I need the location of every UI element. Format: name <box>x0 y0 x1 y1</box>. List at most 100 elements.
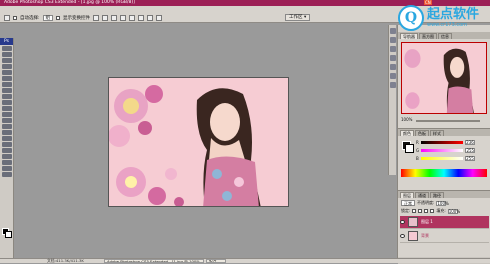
character-icon[interactable] <box>389 82 396 88</box>
tab-styles[interactable]: 样式 <box>430 130 444 136</box>
move-icon[interactable] <box>1 46 12 51</box>
visibility-eye-icon[interactable] <box>400 234 405 238</box>
b-value[interactable]: 255 <box>464 155 475 161</box>
hand-icon[interactable] <box>1 166 12 171</box>
slice-icon[interactable] <box>1 76 12 81</box>
color-background-swatch[interactable] <box>405 144 414 153</box>
healing-brush-icon[interactable] <box>1 82 12 87</box>
lock-transparent-icon[interactable] <box>412 209 417 213</box>
paragraph-icon[interactable] <box>389 73 396 79</box>
layer-row[interactable]: 背景 <box>400 230 489 243</box>
layer-thumbnail <box>408 231 418 241</box>
opacity-value[interactable]: 100% <box>436 200 449 206</box>
r-value[interactable]: 236 <box>464 139 475 145</box>
fill-label: 填充: <box>436 208 446 213</box>
navigator-panel: 导航器 直方图 信息 100% <box>398 32 490 128</box>
layer-comps-icon[interactable] <box>389 64 396 70</box>
panel-dock-strip <box>388 25 396 175</box>
crop-icon[interactable] <box>1 70 12 75</box>
type-icon[interactable] <box>1 136 12 141</box>
auto-select-dropdown[interactable]: 组 <box>42 14 54 21</box>
visibility-eye-icon[interactable] <box>400 220 405 224</box>
watermark-tag: CN <box>424 0 432 5</box>
brushes-icon[interactable] <box>389 46 396 52</box>
align-right-icon[interactable] <box>138 14 145 21</box>
show-transform-checkbox[interactable] <box>56 15 61 20</box>
navigator-thumbnail[interactable] <box>401 42 487 114</box>
align-top-icon[interactable] <box>93 14 100 21</box>
g-label: G <box>416 147 420 153</box>
align-center-icon[interactable] <box>129 14 136 21</box>
ps-badge: Ps <box>0 38 13 45</box>
color-spectrum-bar[interactable] <box>401 169 487 177</box>
notes-icon[interactable] <box>1 154 12 159</box>
brush-icon[interactable] <box>1 88 12 93</box>
align-bottom-icon[interactable] <box>111 14 118 21</box>
tab-paths[interactable]: 路径 <box>430 192 444 198</box>
clone-stamp-icon[interactable] <box>1 94 12 99</box>
watermark-domain: www.cr173.com <box>427 22 468 28</box>
taskbar-item-qidian[interactable]: 起点 <box>206 259 226 263</box>
auto-select-label: 自动选择: <box>20 15 40 21</box>
distribute-icon[interactable] <box>147 14 154 21</box>
history-brush-icon[interactable] <box>1 100 12 105</box>
opacity-label: 不透明度: <box>417 200 435 205</box>
right-panels: 导航器 直方图 信息 100% 颜色 色板 样式 R 236 G 255 B 2… <box>397 25 490 264</box>
tool-presets-icon[interactable] <box>389 55 396 61</box>
b-slider[interactable] <box>420 156 463 160</box>
lock-label: 锁定: <box>401 208 411 213</box>
navigator-zoom-value[interactable]: 100% <box>401 117 412 122</box>
fill-value[interactable]: 100% <box>447 208 460 214</box>
show-transform-label: 显示变换控件 <box>63 15 91 21</box>
navigator-zoom-slider[interactable] <box>416 120 480 122</box>
document-canvas[interactable] <box>108 77 289 207</box>
history-icon[interactable] <box>389 28 396 34</box>
watermark-name: 起点软件 <box>427 7 480 22</box>
lock-position-icon[interactable] <box>424 209 429 213</box>
tab-layers[interactable]: 图层 <box>400 192 414 198</box>
align-middle-icon[interactable] <box>102 14 109 21</box>
layers-panel: 图层 通道 路径 正常 不透明度: 100% 锁定: 填充: 100% 图层 1… <box>398 190 490 264</box>
move-tool-icon[interactable] <box>4 14 10 21</box>
toolbox: Ps <box>0 38 14 260</box>
zoom-icon[interactable] <box>1 172 12 177</box>
lock-image-icon[interactable] <box>418 209 423 213</box>
taskbar-item-photoshop[interactable]: Adobe Photoshop CS3 Extended - [1.jpg @ … <box>104 259 204 263</box>
marquee-icon[interactable] <box>1 52 12 57</box>
workspace-button[interactable]: 工作区 ▾ <box>285 14 311 21</box>
shape-icon[interactable] <box>1 148 12 153</box>
auto-select-checkbox[interactable] <box>13 15 17 20</box>
path-select-icon[interactable] <box>1 142 12 147</box>
align-left-icon[interactable] <box>120 14 127 21</box>
tab-swatches[interactable]: 色板 <box>415 130 429 136</box>
magic-wand-icon[interactable] <box>1 64 12 69</box>
color-panel: 颜色 色板 样式 R 236 G 255 B 255 <box>398 128 490 190</box>
layer-row[interactable]: 图层 1 <box>400 216 489 229</box>
g-slider[interactable] <box>421 148 464 152</box>
lasso-icon[interactable] <box>1 58 12 63</box>
layer-thumbnail <box>408 217 418 227</box>
watermark-logo: Q CN 起点软件 www.cr173.com <box>398 0 484 38</box>
lock-all-icon[interactable] <box>430 209 435 213</box>
actions-icon[interactable] <box>389 37 396 43</box>
distribute-h-icon[interactable] <box>156 14 163 21</box>
dodge-icon[interactable] <box>1 124 12 129</box>
watermark-mark-icon: Q <box>398 5 424 31</box>
r-label: R <box>416 139 419 145</box>
layer-name[interactable]: 背景 <box>421 233 429 239</box>
portrait-photo <box>109 78 288 206</box>
eraser-icon[interactable] <box>1 106 12 111</box>
r-slider[interactable] <box>420 140 463 144</box>
pen-icon[interactable] <box>1 130 12 135</box>
tab-color[interactable]: 颜色 <box>400 130 414 136</box>
blur-icon[interactable] <box>1 118 12 123</box>
window-title: Adobe Photoshop CS3 Extended - [1.jpg @ … <box>4 0 135 5</box>
blend-mode-dropdown[interactable]: 正常 <box>401 200 415 206</box>
g-value[interactable]: 255 <box>465 147 476 153</box>
background-color-swatch[interactable] <box>5 231 12 238</box>
layer-name[interactable]: 图层 1 <box>421 219 433 225</box>
gradient-icon[interactable] <box>1 112 12 117</box>
eyedropper-icon[interactable] <box>1 160 12 165</box>
b-label: B <box>416 155 419 161</box>
tab-channels[interactable]: 通道 <box>415 192 429 198</box>
